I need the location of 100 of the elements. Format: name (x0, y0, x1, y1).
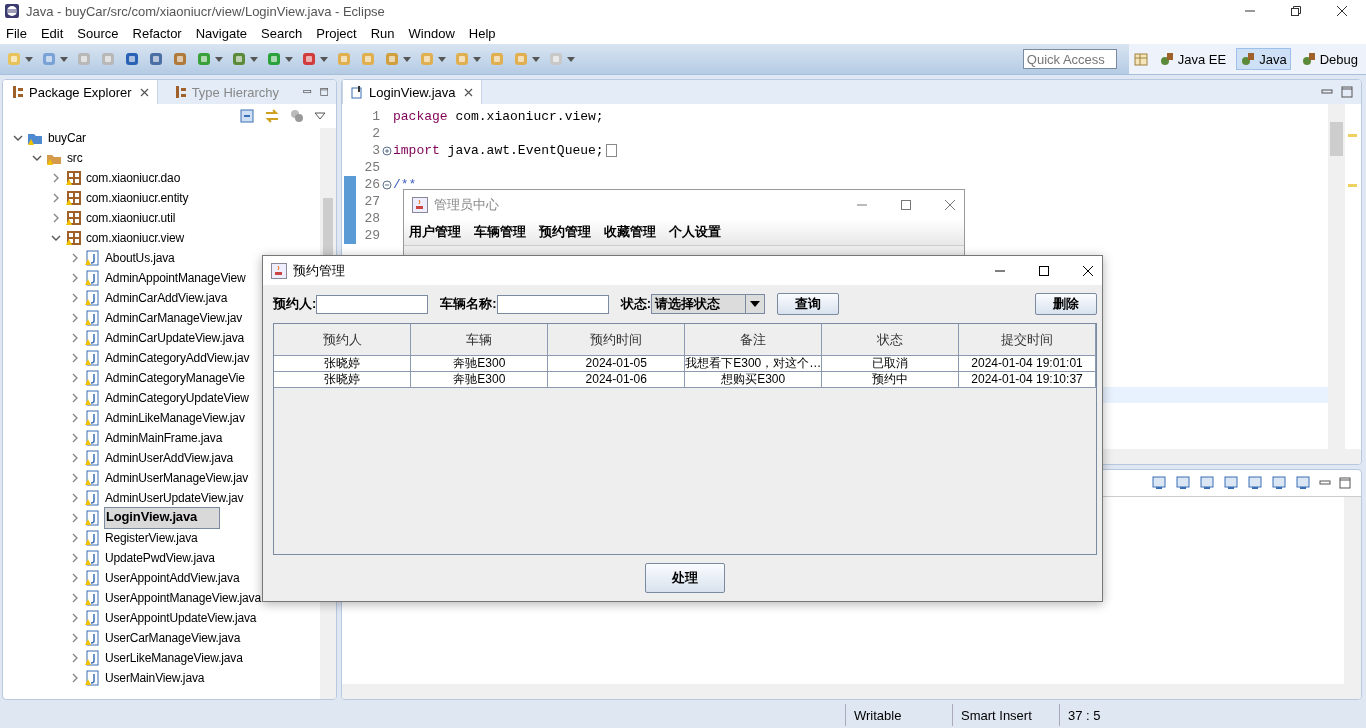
tree-item[interactable]: AdminCategoryAddView.jav (104, 350, 251, 366)
chevron-right-icon[interactable] (70, 313, 80, 323)
editor-tab[interactable]: LoginView.java (342, 80, 482, 104)
tree-item[interactable]: UserMainView.java (104, 670, 206, 686)
tree-item[interactable]: AboutUs.java (104, 250, 176, 266)
view-menu-icon[interactable] (314, 112, 326, 120)
search-button[interactable]: 查询 (777, 293, 840, 315)
tree-item[interactable]: AdminCarAddView.java (104, 290, 229, 306)
chevron-right-icon[interactable] (70, 653, 80, 663)
warning-marker[interactable] (1348, 184, 1357, 187)
chevron-right-icon[interactable] (70, 373, 80, 383)
tree-item[interactable]: AdminCategoryManageVie (104, 370, 246, 386)
input-field[interactable] (496, 294, 609, 314)
menu-item[interactable]: 个人设置 (669, 223, 721, 241)
tree-item[interactable]: AdminAppointManageView (104, 270, 247, 286)
tree-item[interactable]: AdminUserAddView.java (104, 450, 235, 466)
tree-item[interactable]: AdminLikeManageView.jav (104, 410, 246, 426)
menu-item[interactable]: Search (261, 25, 303, 41)
folded-code-marker[interactable] (605, 144, 617, 157)
column-header[interactable]: 预约时间 (547, 324, 685, 356)
menu-item[interactable]: Navigate (195, 25, 247, 41)
restore-icon[interactable] (1290, 5, 1302, 17)
chevron-right-icon[interactable] (70, 513, 80, 523)
tree-item[interactable]: UserAppointUpdateView.java (104, 610, 258, 626)
chevron-right-icon[interactable] (70, 433, 80, 443)
chevron-right-icon[interactable] (70, 533, 80, 543)
tree-item[interactable]: AdminCarUpdateView.java (104, 330, 246, 346)
chevron-down-icon[interactable] (13, 133, 23, 143)
menu-item[interactable]: Help (468, 25, 496, 41)
column-header[interactable]: 状态 (821, 324, 959, 356)
menu-item[interactable]: 车辆管理 (474, 223, 526, 241)
tree-item[interactable]: UserAppointAddView.java (104, 570, 241, 586)
tree-item[interactable]: AdminUserManageView.jav (104, 470, 250, 486)
menu-item[interactable]: Run (370, 25, 395, 41)
process-button[interactable]: 处理 (645, 563, 725, 593)
chevron-right-icon[interactable] (70, 333, 80, 343)
column-header[interactable]: 提交时间 (958, 324, 1096, 356)
collapse-fold-icon[interactable] (381, 179, 392, 190)
filter-icon[interactable] (290, 109, 304, 123)
tree-item[interactable]: com.xiaoniucr.dao (85, 170, 182, 186)
column-header[interactable]: 备注 (684, 324, 822, 356)
tree-item[interactable]: buyCar (47, 130, 87, 146)
tree-item[interactable]: src (66, 150, 84, 166)
chevron-down-icon[interactable] (32, 153, 42, 163)
tree-item[interactable]: UpdatePwdView.java (104, 550, 216, 566)
scrollbar[interactable] (342, 684, 1361, 699)
input-field[interactable] (316, 294, 429, 314)
chevron-right-icon[interactable] (70, 593, 80, 603)
chevron-right-icon[interactable] (70, 353, 80, 363)
open-perspective-icon[interactable] (1132, 51, 1149, 67)
menu-item[interactable]: File (6, 25, 27, 41)
scrollbar[interactable] (1344, 497, 1361, 684)
menu-item[interactable]: 收藏管理 (604, 223, 656, 241)
expand-fold-icon[interactable] (381, 145, 392, 156)
chevron-right-icon[interactable] (70, 573, 80, 583)
delete-button[interactable]: 删除 (1035, 293, 1097, 315)
warning-marker[interactable] (1348, 134, 1357, 137)
chevron-down-icon[interactable] (51, 233, 61, 243)
close-icon[interactable] (139, 87, 149, 97)
close-icon[interactable] (463, 87, 473, 97)
tree-item[interactable]: AdminUserUpdateView.jav (104, 490, 245, 506)
status-dropdown[interactable]: 请选择状态 (651, 294, 766, 314)
chevron-right-icon[interactable] (70, 633, 80, 643)
tree-item[interactable]: UserAppointManageView.java (104, 590, 262, 606)
perspective-button[interactable]: Java (1236, 48, 1291, 70)
tree-item[interactable]: com.xiaoniucr.util (85, 210, 177, 226)
tree-item[interactable]: RegisterView.java (104, 530, 199, 546)
view-tab[interactable]: Package Explorer (3, 80, 158, 104)
chevron-right-icon[interactable] (51, 173, 61, 183)
close-icon[interactable] (1336, 5, 1348, 17)
maximize-icon[interactable] (1038, 264, 1050, 277)
chevron-right-icon[interactable] (70, 413, 80, 423)
chevron-right-icon[interactable] (70, 673, 80, 683)
tree-item[interactable]: LoginView.java (104, 507, 220, 529)
collapse-all-icon[interactable] (240, 109, 254, 123)
chevron-right-icon[interactable] (70, 293, 80, 303)
tree-item[interactable]: UserLikeManageView.java (104, 650, 244, 666)
menu-item[interactable]: Refactor (132, 25, 182, 41)
link-arrows-icon[interactable] (264, 109, 280, 123)
scrollbar[interactable] (1328, 104, 1345, 449)
menu-item[interactable]: 用户管理 (409, 223, 461, 241)
chevron-right-icon[interactable] (70, 273, 80, 283)
chevron-right-icon[interactable] (51, 213, 61, 223)
tree-item[interactable]: com.xiaoniucr.entity (85, 190, 190, 206)
close-icon[interactable] (1082, 264, 1094, 277)
chevron-right-icon[interactable] (70, 473, 80, 483)
quick-access-field[interactable]: Quick Access (1022, 49, 1117, 69)
chevron-right-icon[interactable] (70, 253, 80, 263)
scrollbar-thumb[interactable] (1330, 122, 1343, 156)
chevron-right-icon[interactable] (70, 553, 80, 563)
tree-item[interactable]: com.xiaoniucr.view (85, 230, 185, 246)
menu-item[interactable]: Project (316, 25, 357, 41)
menu-item[interactable]: 预约管理 (539, 223, 591, 241)
menu-item[interactable]: Source (77, 25, 119, 41)
tree-item[interactable]: AdminMainFrame.java (104, 430, 224, 446)
menu-item[interactable]: Window (408, 25, 455, 41)
column-header[interactable]: 预约人 (274, 324, 411, 356)
tree-item[interactable]: AdminCarManageView.jav (104, 310, 244, 326)
chevron-right-icon[interactable] (70, 613, 80, 623)
tree-item[interactable]: UserCarManageView.java (104, 630, 242, 646)
